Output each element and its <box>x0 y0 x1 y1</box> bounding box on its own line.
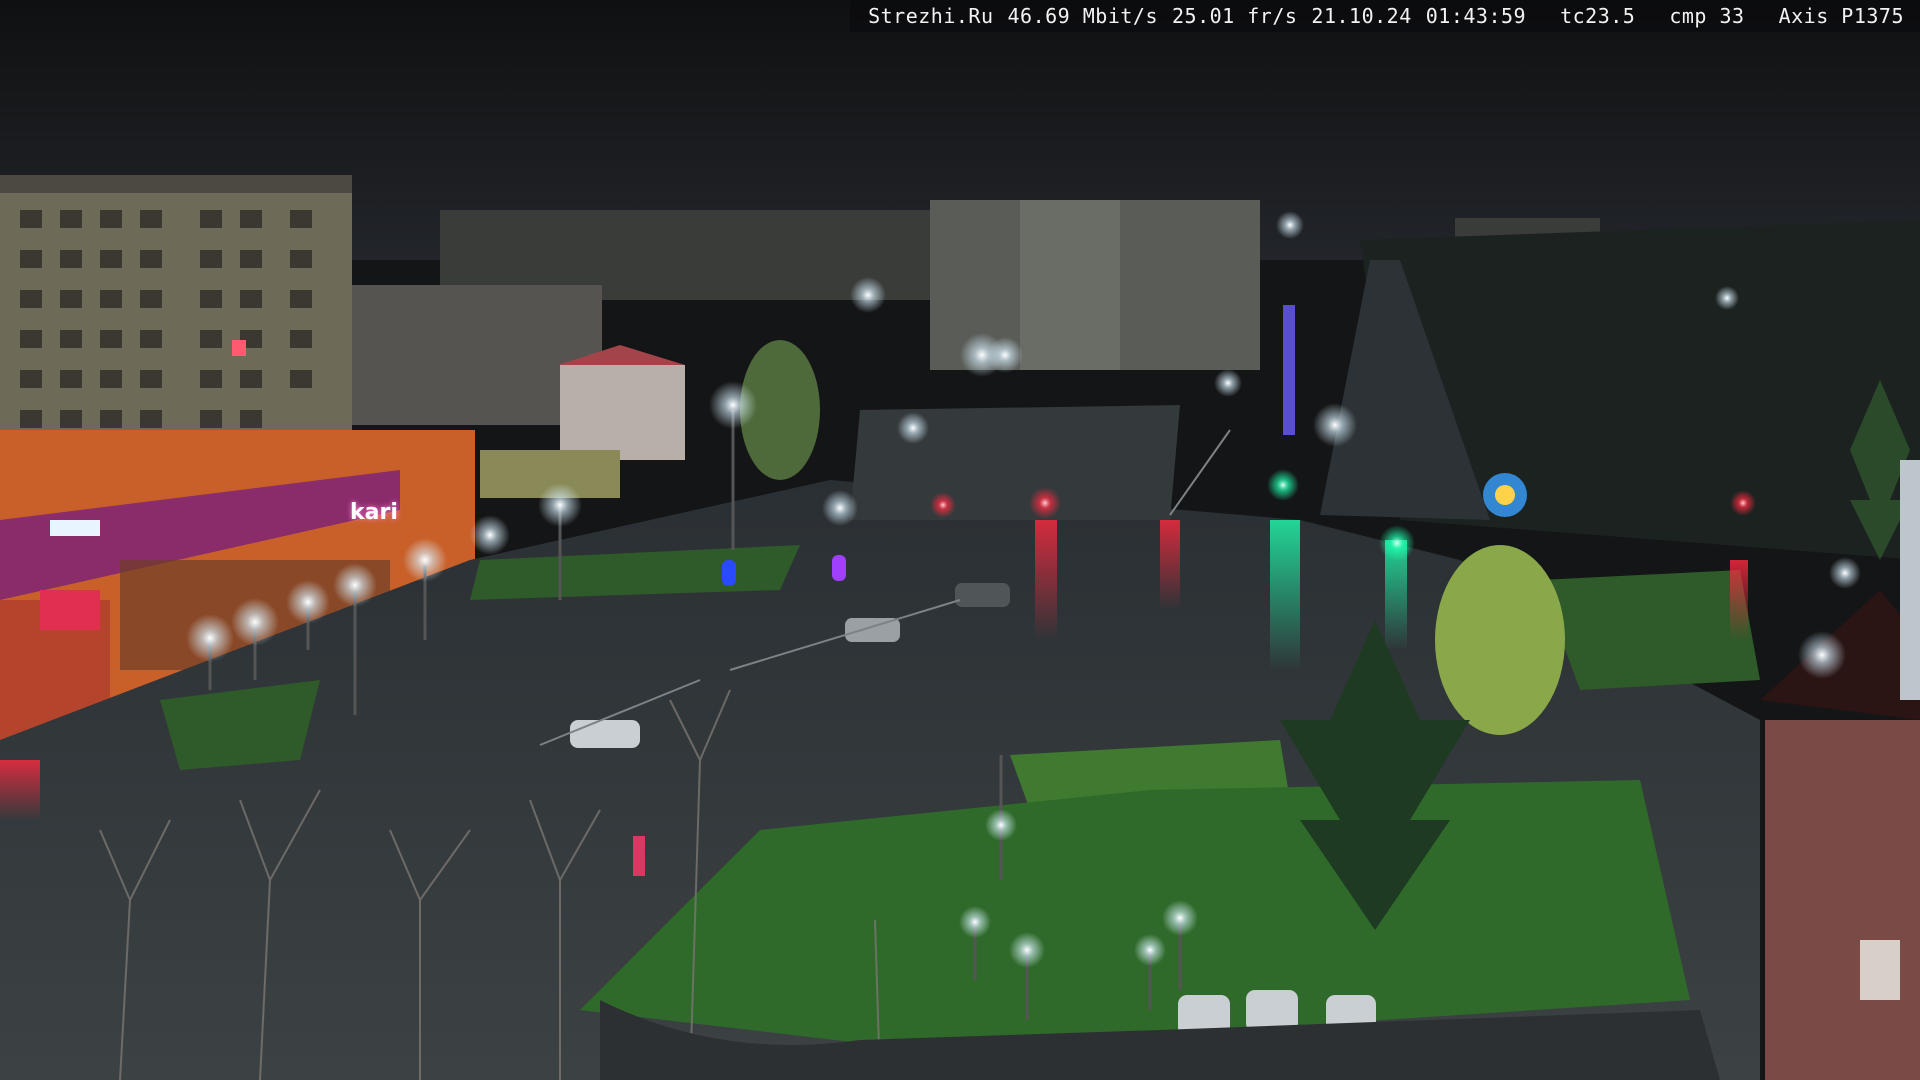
framerate-readout: 25.01 fr/s <box>1172 4 1298 28</box>
camera-scene <box>0 0 1920 1080</box>
store-sign-kari: kari <box>350 500 398 525</box>
date-readout: 21.10.24 <box>1311 4 1412 28</box>
site-name: Strezhi.Ru <box>868 4 994 28</box>
cmp-readout: cmp 33 <box>1669 4 1745 28</box>
car <box>570 720 640 748</box>
traffic-light-green <box>1267 469 1299 501</box>
tc-readout: tc23.5 <box>1560 4 1636 28</box>
traffic-light-red <box>1730 490 1756 516</box>
birch-tree <box>1435 545 1565 735</box>
camera-model: Axis P1375 <box>1778 4 1904 28</box>
traffic-light-red <box>930 492 956 518</box>
camera-info-overlay: Strezhi.Ru 46.69 Mbit/s 25.01 fr/s 21.10… <box>850 0 1920 32</box>
time-readout: 01:43:59 <box>1425 4 1527 28</box>
traffic-light-green <box>1379 525 1415 561</box>
bitrate-readout: 46.69 Mbit/s <box>1007 4 1158 28</box>
traffic-light-red <box>1029 487 1061 519</box>
car <box>955 583 1010 607</box>
